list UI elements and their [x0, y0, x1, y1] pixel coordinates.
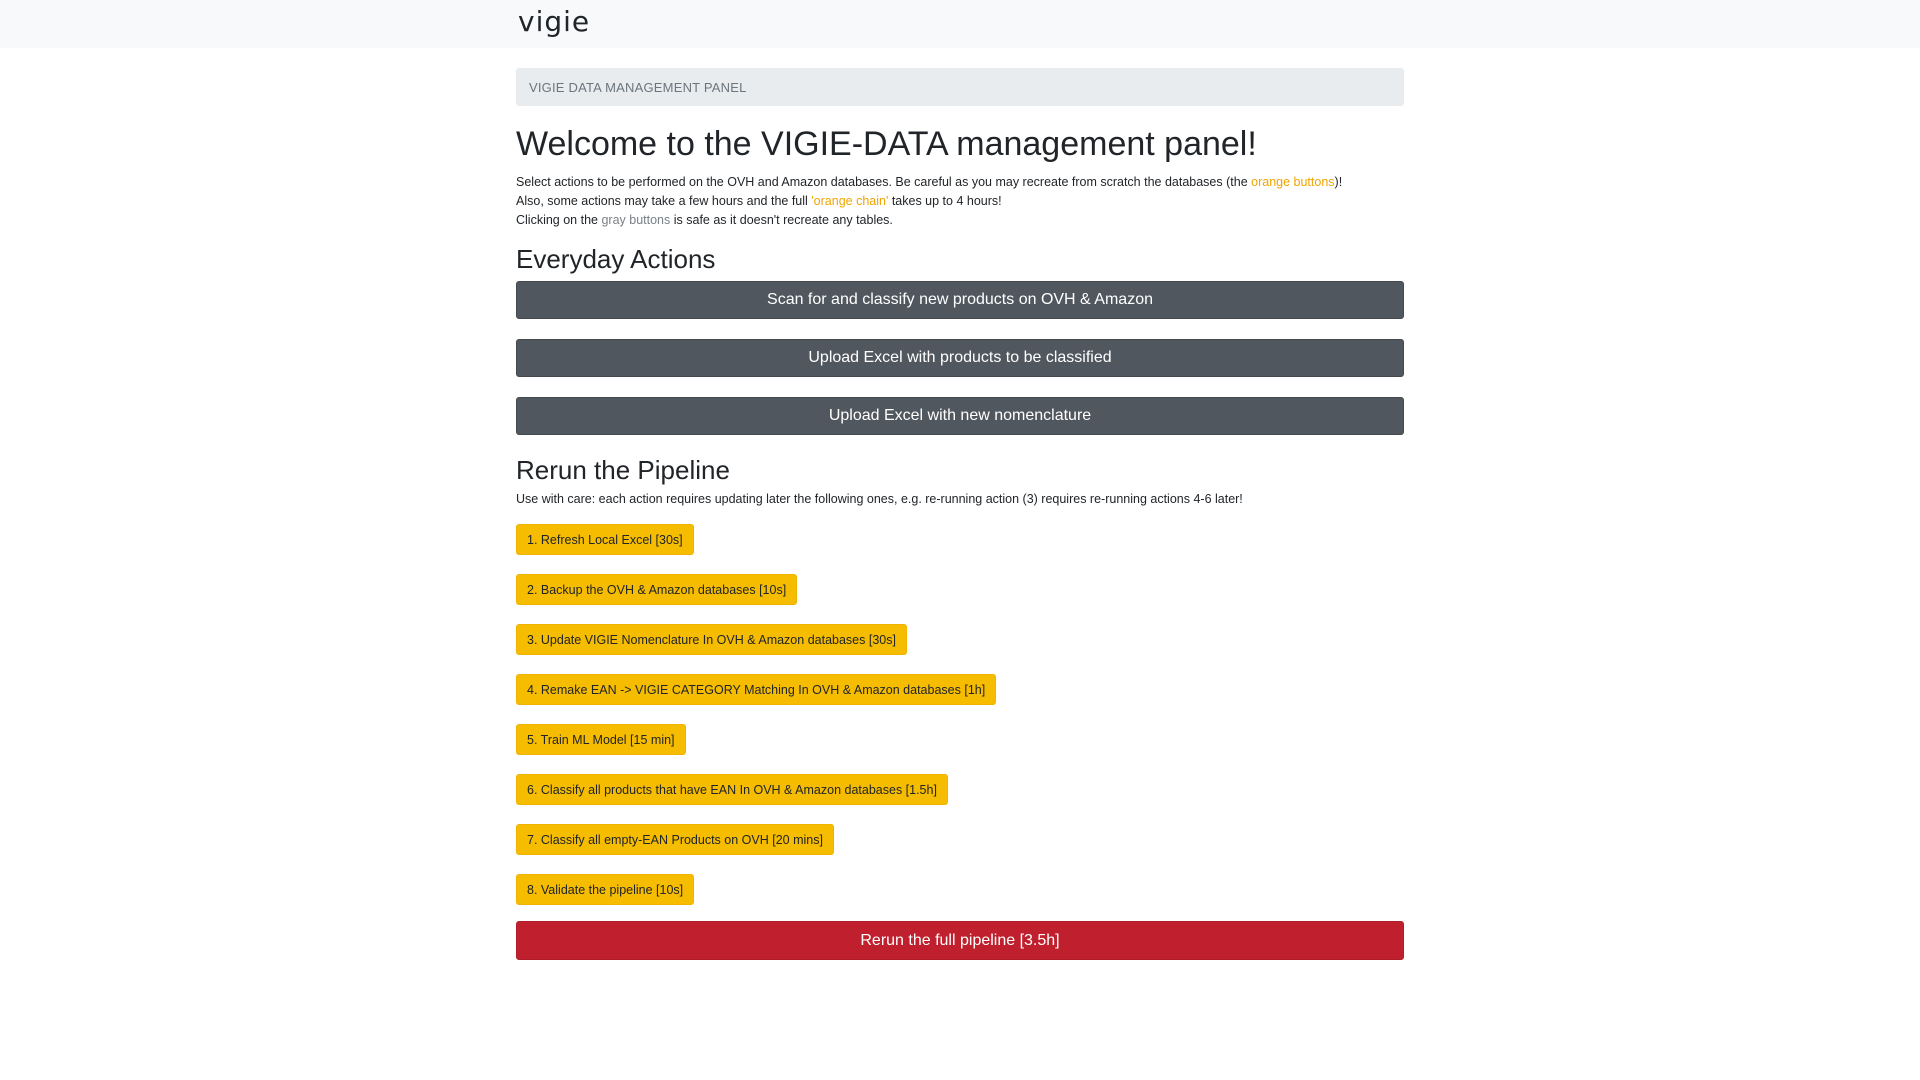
remake-ean-matching-button[interactable]: 4. Remake EAN -> VIGIE CATEGORY Matching…	[516, 674, 997, 706]
train-ml-model-button[interactable]: 5. Train ML Model [15 min]	[516, 724, 686, 756]
gray-buttons-text: gray buttons	[601, 213, 671, 228]
intro-line-3: Clicking on the gray buttons is safe as …	[516, 211, 1404, 230]
refresh-local-excel-button[interactable]: 1. Refresh Local Excel [30s]	[516, 524, 694, 556]
backup-databases-button[interactable]: 2. Backup the OVH & Amazon databases [10…	[516, 574, 798, 606]
intro-line-3-start: Clicking on the	[516, 213, 602, 228]
intro-line-2-end: takes up to 4 hours!	[888, 194, 1002, 209]
intro-line-2-start: Also, some actions may take a few hours …	[516, 194, 812, 209]
vigie-logo[interactable]: vigie	[518, 8, 590, 36]
upload-products-excel-button[interactable]: Upload Excel with products to be classif…	[516, 339, 1404, 378]
main-container: VIGIE DATA MANAGEMENT PANEL Welcome to t…	[516, 68, 1404, 961]
intro-line-1-end: )!	[1334, 175, 1343, 190]
everyday-actions-heading: Everyday Actions	[516, 244, 716, 275]
validate-pipeline-button[interactable]: 8. Validate the pipeline [10s]	[516, 874, 695, 906]
intro-line-1-start: Select actions to be performed on the OV…	[516, 175, 1252, 190]
orange-chain-text: 'orange chain'	[811, 194, 889, 209]
page-title: Welcome to the VIGIE-DATA management pan…	[516, 125, 1257, 163]
classify-ean-products-button[interactable]: 6. Classify all products that have EAN I…	[516, 774, 948, 806]
update-nomenclature-button[interactable]: 3. Update VIGIE Nomenclature In OVH & Am…	[516, 624, 907, 656]
rerun-pipeline-section: Rerun the Pipeline Use with care: each a…	[516, 455, 1404, 961]
classify-empty-ean-button[interactable]: 7. Classify all empty-EAN Products on OV…	[516, 824, 834, 856]
intro-line-2: Also, some actions may take a few hours …	[516, 192, 1404, 211]
orange-buttons-link: orange buttons	[1251, 175, 1335, 190]
rerun-full-pipeline-button[interactable]: Rerun the full pipeline [3.5h]	[516, 921, 1404, 961]
intro-text: Select actions to be performed on the OV…	[516, 173, 1404, 230]
scan-classify-button[interactable]: Scan for and classify new products on OV…	[516, 281, 1404, 320]
top-navbar: vigie	[0, 0, 1920, 48]
upload-nomenclature-excel-button[interactable]: Upload Excel with new nomenclature	[516, 397, 1404, 436]
rerun-pipeline-heading: Rerun the Pipeline	[516, 455, 730, 486]
breadcrumb-item: VIGIE DATA MANAGEMENT PANEL	[529, 79, 747, 95]
logo-text: vigie	[518, 5, 591, 38]
intro-line-1: Select actions to be performed on the OV…	[516, 173, 1404, 192]
breadcrumb: VIGIE DATA MANAGEMENT PANEL	[516, 68, 1404, 106]
pipeline-warning-note: Use with care: each action requires upda…	[516, 492, 1243, 507]
intro-line-3-end: is safe as it doesn't recreate any table…	[670, 213, 893, 228]
everyday-actions-section: Everyday Actions Scan for and classify n…	[516, 244, 1404, 436]
